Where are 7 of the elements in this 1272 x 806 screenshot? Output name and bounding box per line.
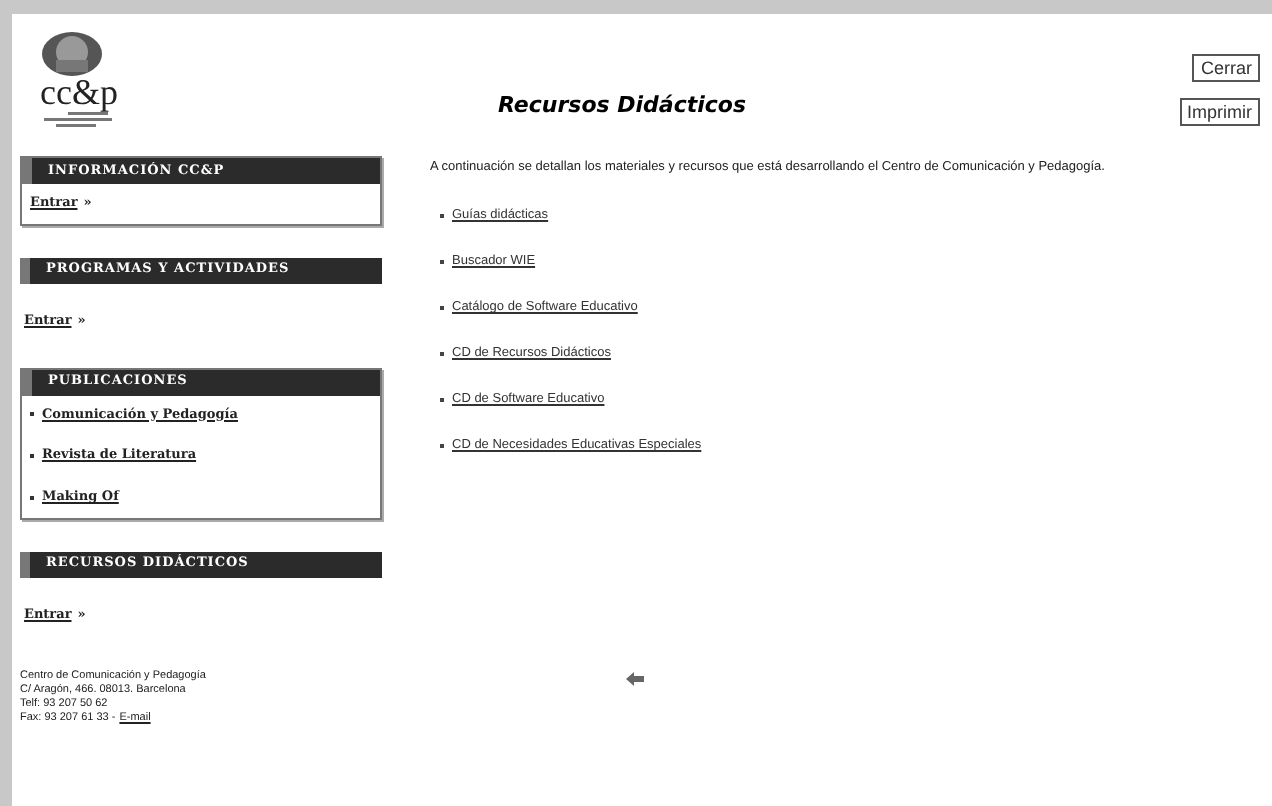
logo-caption-drawing bbox=[40, 112, 112, 128]
logo-text: cc&p bbox=[40, 74, 118, 110]
action-button[interactable]: Imprimir bbox=[1179, 98, 1260, 126]
back-arrow-icon[interactable] bbox=[626, 672, 644, 686]
action-button[interactable]: Cerrar bbox=[1192, 54, 1260, 82]
page-title: Recursos Didácticos bbox=[498, 90, 747, 122]
portrait-medallion-icon bbox=[40, 30, 104, 78]
